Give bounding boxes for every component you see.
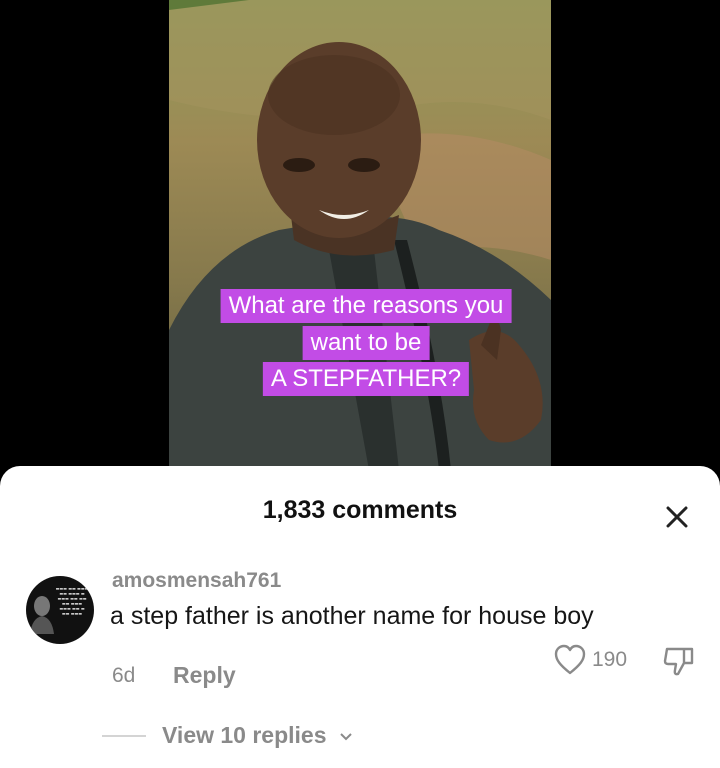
dislike-button[interactable] [662,644,696,678]
video-player[interactable]: What are the reasons you want to be A ST… [0,0,720,470]
avatar-quote-text-icon: ▬▬▬ ▬▬ ▬▬▬ ▬▬ ▬▬▬ ▬ ▬▬▬ ▬▬ ▬▬ ▬▬ ▬▬▬ ▬▬▬ ▬▬ … [55,586,89,616]
reply-button[interactable]: Reply [173,662,236,689]
like-count: 190 [592,648,628,671]
comments-sheet: 1,833 comments ▬▬▬ ▬▬ ▬▬▬ ▬▬ ▬▬▬ ▬ ▬▬▬ ▬▬ … [0,466,720,768]
avatar-portrait-icon [30,596,54,634]
thumbs-down-icon [663,647,694,676]
video-thumbnail-illustration [169,0,551,470]
comment-age: 6d [112,664,136,687]
like-button[interactable] [553,644,587,676]
avatar[interactable]: ▬▬▬ ▬▬ ▬▬▬ ▬▬ ▬▬▬ ▬ ▬▬▬ ▬▬ ▬▬ ▬▬ ▬▬▬ ▬▬▬ ▬▬ … [26,576,94,644]
heart-icon [554,644,586,675]
video-frame [169,0,551,470]
view-replies-button[interactable]: View 10 replies [162,722,353,749]
comment-text: a step father is another name for house … [110,602,594,630]
comments-count-title: 1,833 comments [262,496,458,524]
close-icon [666,506,688,528]
comment-username[interactable]: amosmensah761 [112,569,281,593]
close-button[interactable] [660,500,694,534]
view-replies-label: View 10 replies [162,722,327,748]
replies-divider [102,735,146,737]
chevron-down-icon [340,733,352,741]
